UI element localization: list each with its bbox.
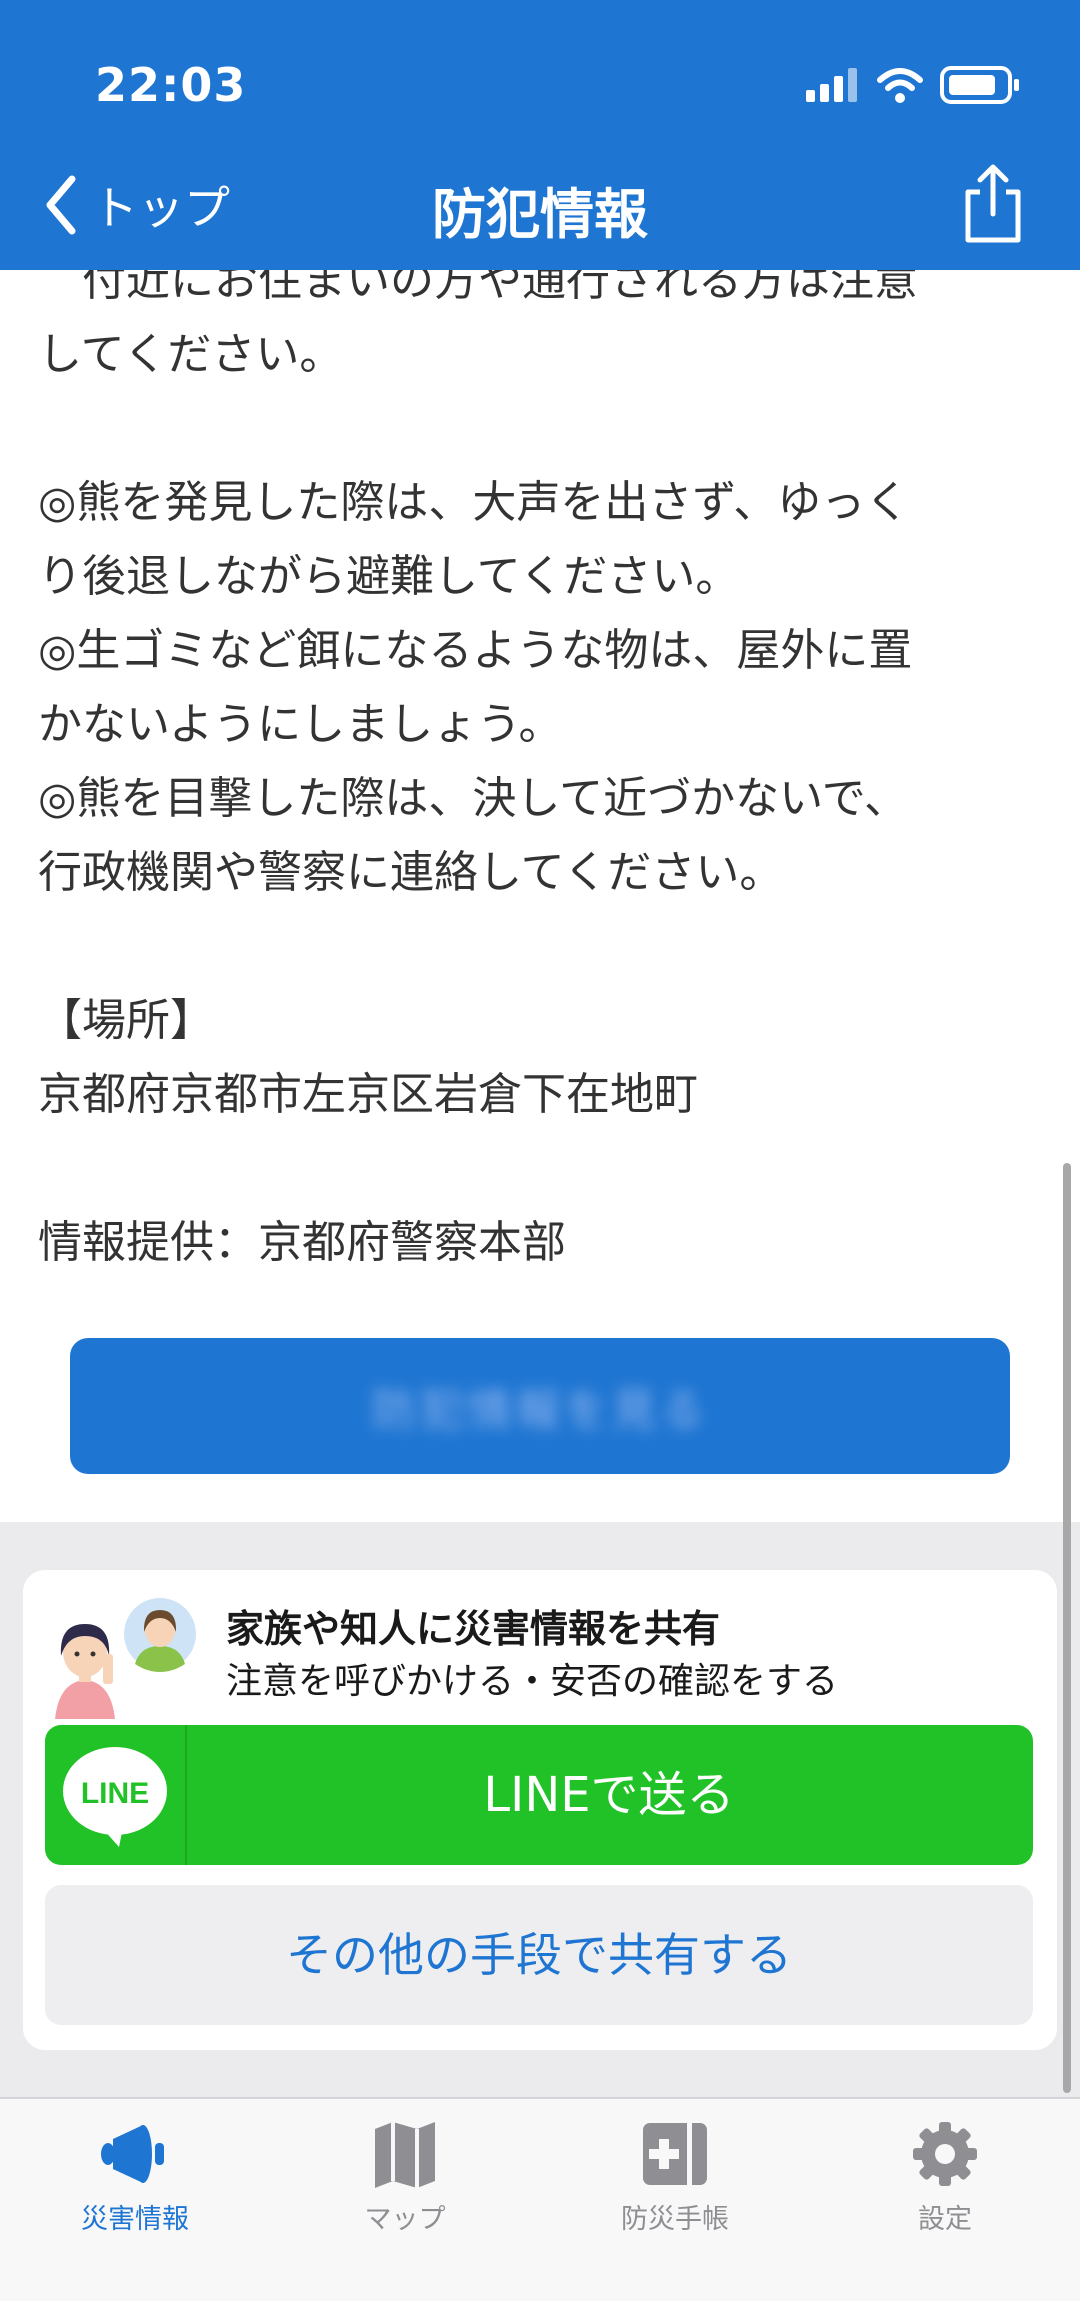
family-illustration-icon	[55, 1598, 196, 1719]
share-subtitle: 注意を呼びかける・安否の確認をする	[226, 1661, 839, 1702]
status-time: 22:03	[95, 58, 247, 112]
megaphone-icon	[101, 2125, 164, 2183]
handbook-icon	[643, 2123, 707, 2185]
line-share-label: LINEで送る	[483, 1767, 735, 1823]
share-icon[interactable]	[958, 162, 1028, 244]
line-logo-icon: LINE	[63, 1747, 167, 1847]
tab-label: 防災手帳	[621, 2204, 729, 2235]
line-share-button[interactable]: LINE LINEで送る	[45, 1725, 1033, 1865]
view-info-label: 防犯情報を見る	[372, 1385, 708, 1436]
other-share-button[interactable]: その他の手段で共有する	[45, 1885, 1033, 2025]
share-card: 家族や知人に災害情報を共有 注意を呼びかける・安否の確認をする LINE LIN…	[23, 1570, 1057, 2050]
tab-label: 災害情報	[81, 2204, 189, 2235]
status-icons	[806, 66, 1019, 104]
tab-bar: 災害情報 マップ 防災手帳 設定	[0, 2097, 1080, 2301]
share-title: 家族や知人に災害情報を共有	[226, 1607, 721, 1651]
line-logo-text: LINE	[81, 1777, 149, 1810]
line-logo-box: LINE	[45, 1725, 187, 1865]
gear-icon	[913, 2122, 977, 2186]
view-info-button[interactable]: 防犯情報を見る	[70, 1338, 1010, 1474]
battery-icon	[940, 66, 1019, 104]
article-content: 付近にお住まいの方や通行される方は注意 してください。 ◎熊を発見した際は、大声…	[0, 270, 1080, 1520]
page-title: 防犯情報	[432, 183, 648, 246]
tab-settings[interactable]: 設定	[810, 2119, 1080, 2269]
tab-label: マップ	[364, 2204, 446, 2235]
tab-map[interactable]: マップ	[270, 2119, 540, 2269]
wifi-icon	[877, 68, 923, 91]
signal-icon	[806, 68, 857, 102]
app-header: 22:03 トップ 防犯情報	[0, 0, 1080, 270]
tab-label: 設定	[918, 2204, 972, 2235]
article-body: 付近にお住まいの方や通行される方は注意 してください。 ◎熊を発見した際は、大声…	[38, 270, 918, 1268]
scrollbar[interactable]	[1063, 1163, 1071, 2093]
tab-disaster-info[interactable]: 災害情報	[0, 2119, 270, 2269]
tab-handbook[interactable]: 防災手帳	[540, 2119, 810, 2269]
map-icon	[375, 2122, 435, 2188]
